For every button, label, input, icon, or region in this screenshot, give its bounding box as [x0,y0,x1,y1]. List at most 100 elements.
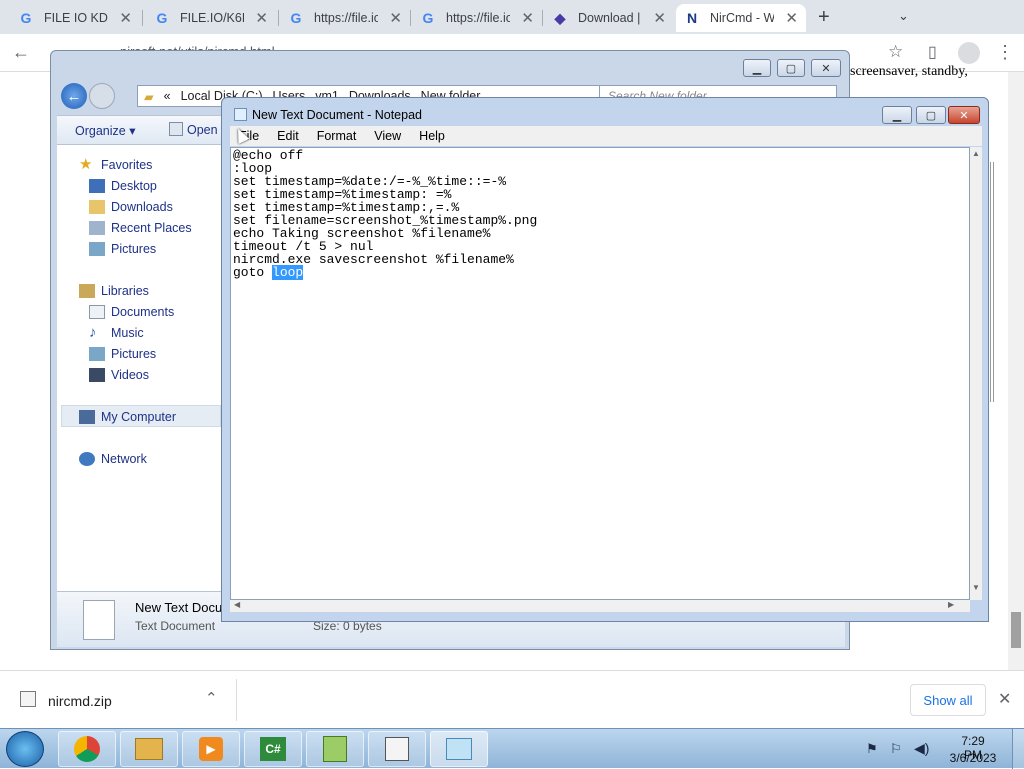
notepad-icon [446,738,472,760]
close-button[interactable]: ✕ [948,106,980,124]
download-bar: nircmd.zip ⌃ Show all ✕ [0,670,1024,728]
breadcrumb-item[interactable]: « [164,89,171,103]
open-button[interactable]: Open [187,123,218,137]
nav-item-music[interactable]: ♪ Music [89,323,144,343]
browser-tab[interactable]: G https://file.io ✕ [280,4,410,32]
sidebar-icon[interactable]: ▯ [928,42,937,62]
nav-item-videos[interactable]: Videos [89,365,149,385]
taskbar-chrome[interactable] [58,731,116,767]
scroll-up-icon[interactable]: ▲ [972,149,980,158]
flag-icon[interactable]: ⚐ [890,741,902,757]
scroll-left-icon[interactable]: ◀ [234,600,240,609]
menu-format[interactable]: Format [308,126,366,146]
notepadpp-icon [323,736,347,762]
menu-edit[interactable]: Edit [268,126,308,146]
nav-label: My Computer [101,410,177,424]
selected-text: loop [272,265,304,280]
browser-tab[interactable]: G FILE.IO/K6D ✕ [146,4,276,32]
tab-label: Download | F [578,11,642,25]
google-g-icon: G [20,10,32,26]
scroll-right-icon[interactable]: ▶ [948,600,954,609]
nav-item-my-computer[interactable]: My Computer [79,407,176,427]
browser-tab-active[interactable]: N NirCmd - W ✕ [676,4,806,32]
close-icon[interactable]: ✕ [119,9,132,27]
page-scrollbar[interactable] [1008,72,1024,670]
organize-button[interactable]: Organize ▾ [75,123,135,138]
avatar[interactable] [958,42,980,64]
chevron-up-icon[interactable]: ⌃ [205,689,218,707]
taskbar: ▶ C# ⚑ ⚐ ◀) 7:29 PM 3/6/2023 [0,728,1024,769]
close-icon[interactable]: ✕ [255,9,268,27]
nav-item-desktop[interactable]: Desktop [89,176,157,196]
csharp-icon: C# [260,737,286,761]
action-center-icon[interactable]: ⚑ [866,741,878,757]
google-g-icon: G [422,10,434,26]
nav-item-network[interactable]: Network [79,449,147,469]
bookmark-logo-icon: ◆ [554,9,566,26]
notepad-icon [234,108,247,121]
taskbar-notepadpp[interactable] [306,731,364,767]
volume-icon[interactable]: ◀) [914,740,929,757]
close-icon[interactable]: ✕ [389,9,402,27]
libraries-header[interactable]: Libraries [79,281,149,301]
browser-tab[interactable]: ◆ Download | F ✕ [544,4,674,32]
taskbar-media[interactable]: ▶ [182,731,240,767]
table-border [990,162,994,402]
taskbar-csharp[interactable]: C# [244,731,302,767]
taskbar-explorer[interactable] [120,731,178,767]
nav-item-pictures-library[interactable]: Pictures [89,344,156,364]
network-icon [79,452,95,466]
chevron-down-icon[interactable]: ⌄ [898,8,909,24]
maximize-button[interactable]: ▢ [777,59,805,77]
menu-view[interactable]: View [365,126,410,146]
start-button-icon[interactable] [6,731,44,767]
more-menu-icon[interactable]: ⋮ [996,42,1014,63]
taskbar-notepad[interactable] [430,731,488,767]
new-tab-button[interactable]: + [818,6,830,29]
taskbar-app[interactable] [368,731,426,767]
nav-item-pictures[interactable]: Pictures [89,239,156,259]
clock-date[interactable]: 3/6/2023 [946,751,1000,765]
videos-icon [89,368,105,382]
google-g-icon: G [156,10,168,26]
scroll-down-icon[interactable]: ▼ [972,583,980,592]
zip-file-icon [20,691,36,707]
text-file-icon [83,600,115,640]
nav-item-downloads[interactable]: Downloads [89,197,173,217]
close-button[interactable]: ✕ [811,59,841,77]
show-desktop-button[interactable] [1012,729,1024,769]
show-all-button[interactable]: Show all [910,684,986,716]
notepad-window: New Text Document - Notepad ▁ ▢ ✕ File E… [221,97,989,622]
text-line: goto [233,265,273,280]
desktop-icon [89,179,105,193]
minimize-button[interactable]: ▁ [882,106,912,124]
window-app-icon [385,737,409,761]
close-icon[interactable]: ✕ [998,689,1011,709]
scrollbar-thumb[interactable] [1011,612,1021,648]
google-g-icon: G [290,10,302,26]
horizontal-scrollbar[interactable]: ◀ ▶ [230,600,970,612]
nav-item-documents[interactable]: Documents [89,302,174,322]
text-editor[interactable]: @echo off :loop set timestamp=%date:/=-%… [230,147,970,600]
nav-label: Videos [111,368,149,382]
close-icon[interactable]: ✕ [785,9,798,27]
browser-tab[interactable]: G FILE IO KD6B ✕ [10,4,140,32]
forward-arrow-icon[interactable] [89,83,115,109]
pictures-icon [89,347,105,361]
minimize-button[interactable]: ▁ [743,59,771,77]
close-icon[interactable]: ✕ [521,9,534,27]
folder-icon: ▰ [144,89,154,104]
star-icon[interactable]: ☆ [888,42,903,62]
browser-tab[interactable]: G https://file.io ✕ [412,4,542,32]
music-icon: ♪ [89,324,97,341]
maximize-button[interactable]: ▢ [916,106,946,124]
nav-item-recent-places[interactable]: Recent Places [89,218,192,238]
back-arrow-icon[interactable]: ← [61,83,87,109]
star-icon: ★ [79,156,93,173]
vertical-scrollbar[interactable]: ▲ ▼ [970,147,982,600]
menu-help[interactable]: Help [410,126,454,146]
back-arrow-icon[interactable]: ← [12,42,30,63]
download-filename[interactable]: nircmd.zip [48,693,112,709]
favorites-header[interactable]: ★ Favorites [79,155,152,175]
close-icon[interactable]: ✕ [653,9,666,27]
